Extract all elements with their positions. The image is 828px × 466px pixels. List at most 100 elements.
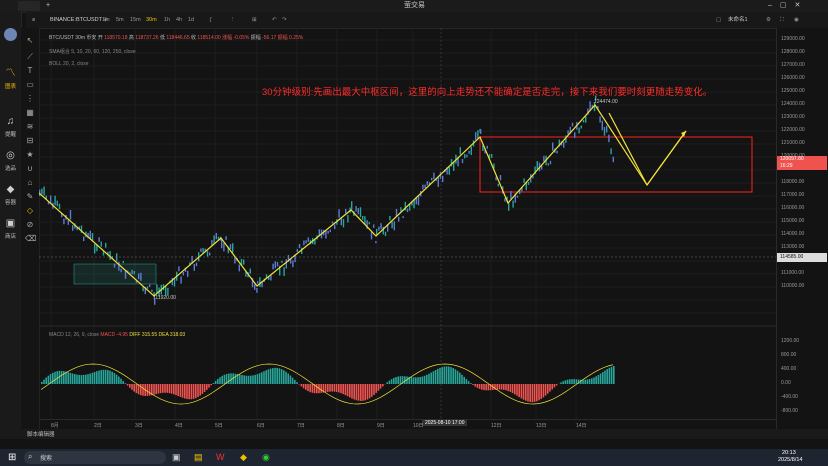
taskbar-app-4[interactable]: W (216, 452, 225, 462)
candle (512, 200, 514, 208)
time-tick: 14日 (576, 423, 587, 429)
fib-icon[interactable]: ⋮ (25, 94, 35, 104)
candle (461, 159, 464, 164)
candle (56, 200, 58, 207)
macd-bar (102, 369, 105, 384)
macd-bar (274, 367, 276, 384)
macd-bar (428, 373, 430, 384)
nav-label-screener[interactable]: 选品 (0, 164, 21, 172)
symbol-selector[interactable]: BINANCE:BTCUSDT (50, 12, 102, 28)
magnet-icon[interactable]: ∪ (25, 164, 35, 174)
compare-icon[interactable]: ⊞ (252, 12, 257, 28)
interval-1h[interactable]: 1h (164, 12, 170, 28)
layout-name[interactable]: 未命名1 (728, 12, 748, 28)
macd-histogram (40, 363, 615, 405)
candle (118, 261, 120, 271)
hide-icon[interactable]: ◇ (25, 206, 35, 216)
new-tab-button[interactable]: + (46, 0, 50, 12)
interval-4h[interactable]: 4h (176, 12, 182, 28)
macd-bar (43, 379, 45, 384)
macd-bar (258, 373, 261, 384)
interval-5m[interactable]: 5m (116, 12, 124, 28)
brush-icon[interactable]: ✎ (25, 192, 35, 202)
macd-bar (41, 381, 43, 384)
window-tab[interactable] (18, 1, 40, 11)
macd-bar (335, 384, 338, 392)
search-icon[interactable]: ◎ (5, 150, 16, 161)
candle (491, 154, 493, 158)
candle (582, 119, 585, 123)
camera-icon[interactable]: ◉ (794, 12, 799, 28)
macd-bar (505, 384, 507, 391)
macd-bar (476, 384, 479, 388)
nav-label-alerts[interactable]: 提醒 (0, 130, 21, 138)
macd-bar (140, 384, 142, 396)
store-icon[interactable]: ▣ (5, 218, 16, 229)
macd-legend[interactable]: MACD 12, 26, 9, close MACD -4.95 DIFF 31… (49, 332, 185, 338)
taskbar-search[interactable]: ⌕ 搜索 (24, 451, 166, 464)
windows-start-icon[interactable]: ⊞ (8, 452, 16, 463)
undo-icon[interactable]: ↶ (272, 12, 277, 28)
candle (563, 141, 565, 148)
search-placeholder: 搜索 (40, 456, 53, 462)
taskbar-app-5[interactable]: ◆ (240, 452, 247, 463)
macd-bar (327, 384, 329, 392)
price-tick: 118000.00 (781, 179, 805, 185)
nav-label-chart[interactable]: 图表 (0, 82, 21, 90)
interval-30m[interactable]: 30m (146, 12, 157, 28)
fullscreen-icon[interactable]: ⛶ (780, 12, 784, 28)
macd-bar (368, 384, 371, 399)
avatar[interactable] (4, 28, 17, 41)
trendline-icon[interactable]: ⟋ (25, 52, 35, 62)
menu-icon[interactable]: ≡ (32, 12, 35, 28)
taskbar-app-3[interactable]: ▤ (194, 452, 203, 463)
indicator-icon[interactable]: ∫ (210, 12, 212, 28)
macd-bar (267, 369, 270, 384)
candle (364, 216, 366, 224)
macd-bar (164, 384, 166, 393)
nav-label-store[interactable]: 商店 (0, 232, 21, 240)
price-tick: 129000.00 (781, 36, 805, 42)
redo-icon[interactable]: ↷ (282, 12, 287, 28)
eye-icon[interactable]: ⊘ (25, 220, 35, 230)
rectangle-icon[interactable]: ▭ (25, 80, 35, 90)
trash-icon[interactable]: ⌫ (25, 234, 36, 244)
time-tick: 6日 (257, 423, 265, 429)
macd-bar (346, 384, 349, 397)
lock-icon[interactable]: ⌂ (25, 178, 35, 188)
taskbar-app-6[interactable]: ◉ (262, 452, 270, 463)
macd-bar (195, 384, 197, 399)
window-controls[interactable]: –▢✕ (768, 0, 808, 12)
candle-type-icon[interactable]: ⫶ (232, 12, 233, 28)
settings-icon[interactable]: ⚙ (766, 12, 771, 28)
nav-label-container[interactable]: 容器 (0, 198, 21, 206)
layout-icon[interactable]: ▢ (716, 12, 721, 28)
text-icon[interactable]: T (25, 66, 35, 76)
macd-bar (287, 373, 289, 384)
bell-icon[interactable]: ♫ (5, 116, 16, 127)
interval-1d[interactable]: 1d (188, 12, 194, 28)
interval-15m[interactable]: 15m (130, 12, 141, 28)
legend-range-b: 振幅 0.25% (277, 35, 304, 41)
taskbar-app-2[interactable]: ▣ (172, 452, 181, 463)
chart-icon[interactable]: 〽 (5, 68, 16, 79)
pattern-icon[interactable]: ≋ (25, 122, 35, 132)
legend-ma[interactable]: SMA组合 5, 10, 20, 60, 120, 250, close (49, 48, 136, 55)
legend-boll[interactable]: BOLL 20, 2, close (49, 61, 89, 67)
macd-bar (445, 366, 448, 384)
macd-bar (340, 384, 342, 394)
candle (402, 216, 404, 219)
cursor-icon[interactable]: ↖ (25, 36, 35, 46)
search-icon: ⌕ (28, 452, 33, 461)
price-axis[interactable]: 129000.00 128000.00 127000.00 126000.00 1250… (776, 28, 828, 439)
annotation-text[interactable]: 30分钟级别:先画出最大中枢区间，这里的向上走势还不能确定是否走完，接下来我们要… (262, 84, 712, 98)
grid-icon[interactable]: ▦ (25, 108, 35, 118)
interval-1m[interactable]: 1m (102, 12, 110, 28)
star-icon[interactable]: ★ (25, 150, 35, 160)
diamond-icon[interactable]: ◆ (5, 184, 16, 195)
consolidation-box[interactable] (479, 136, 753, 193)
script-editor-tab[interactable]: 脚本编辑器 (27, 430, 55, 438)
candle (556, 150, 558, 154)
measure-icon[interactable]: ⊟ (25, 136, 35, 146)
price-tick: 113000.00 (781, 244, 805, 250)
